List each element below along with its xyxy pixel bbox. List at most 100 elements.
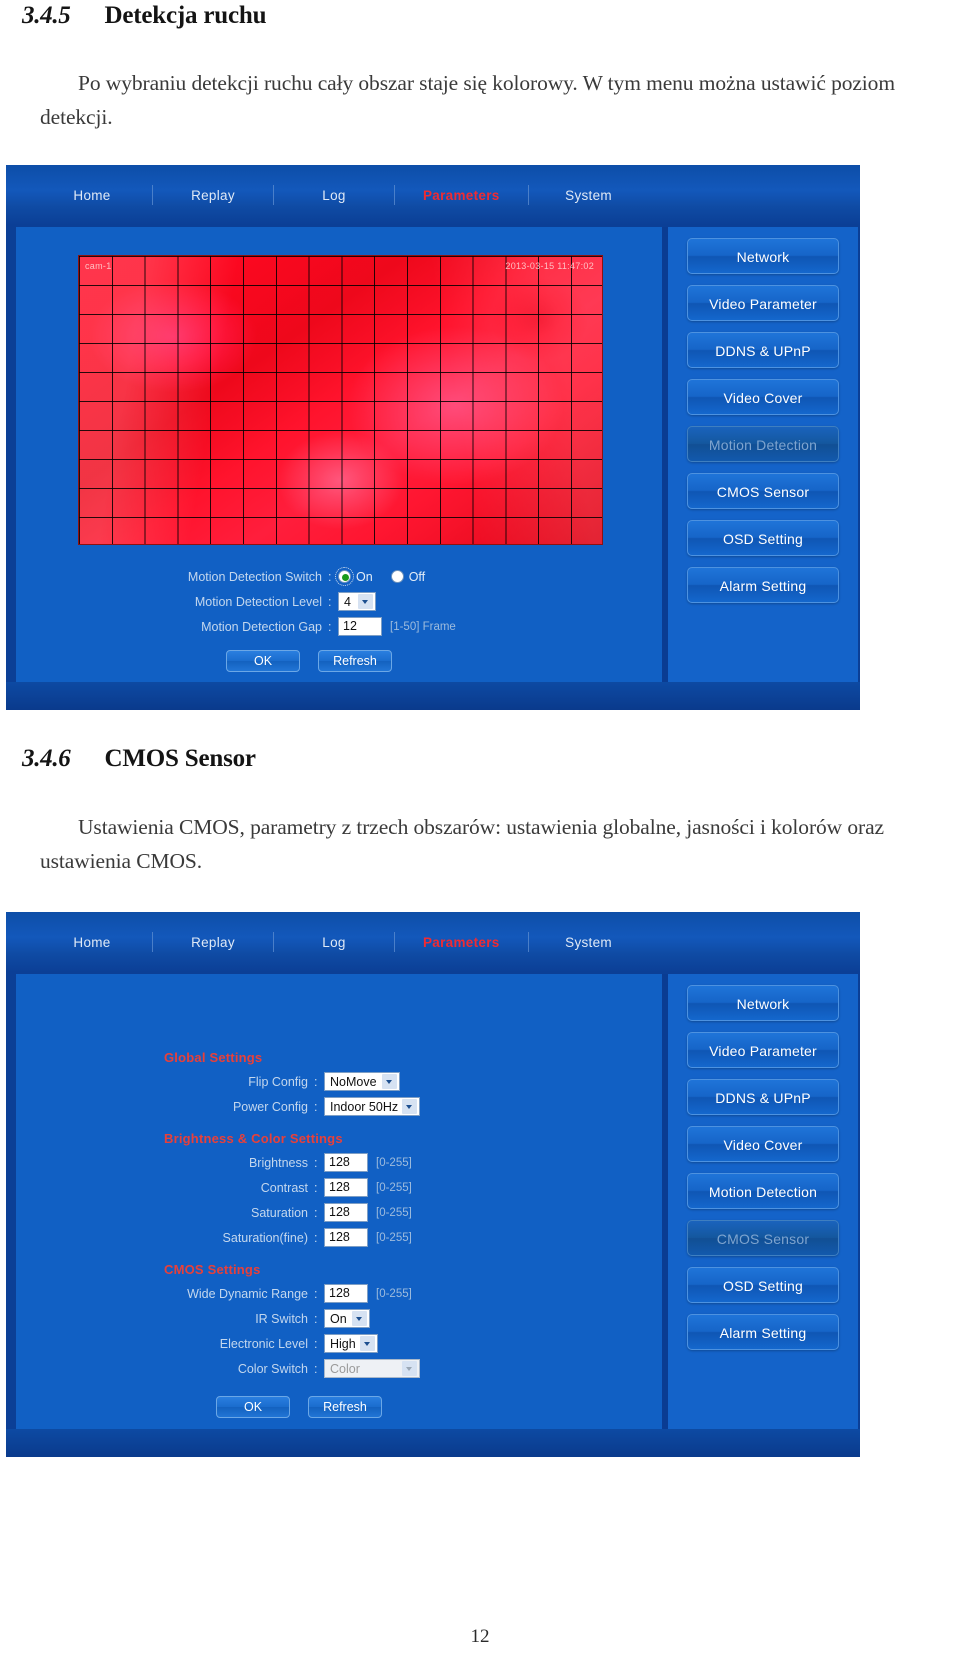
section-number-345: 3.4.5: [22, 2, 71, 29]
menu-button-network[interactable]: Network: [687, 985, 839, 1021]
form-row-power-config: Power Config : Indoor 50Hz: [164, 1095, 421, 1118]
input-motion-gap[interactable]: 12: [338, 617, 382, 636]
ok-button[interactable]: OK: [216, 1396, 290, 1418]
nav-item-system[interactable]: System: [551, 188, 627, 203]
ir-switch-control[interactable]: On: [324, 1309, 370, 1328]
form-row-ir-switch: IR Switch : On: [164, 1307, 420, 1330]
nav-item-parameters[interactable]: Parameters: [417, 188, 506, 203]
motion-level-control[interactable]: 4: [338, 592, 376, 611]
menu-button-video-cover[interactable]: Video Cover: [687, 1126, 839, 1162]
label-electronic-level: Electronic Level: [219, 1336, 308, 1351]
nav-item-log[interactable]: Log: [296, 188, 372, 203]
nav-separator: [152, 932, 153, 952]
motion-detection-grid[interactable]: [79, 256, 602, 544]
motion-switch-control[interactable]: On Off: [335, 567, 443, 586]
refresh-button[interactable]: Refresh: [308, 1396, 382, 1418]
saturation-fine-control[interactable]: 128 [0-255]: [324, 1228, 412, 1247]
colon: :: [328, 569, 332, 584]
radio-switch-off[interactable]: Off: [390, 570, 425, 584]
nav-item-home[interactable]: Home: [54, 935, 130, 950]
input-saturation-fine[interactable]: 128: [324, 1228, 368, 1247]
hint-wide-dynamic-range: [0-255]: [376, 1287, 412, 1300]
input-contrast[interactable]: 128: [324, 1178, 368, 1197]
select-electronic-level[interactable]: High: [324, 1334, 378, 1353]
label-motion-gap: Motion Detection Gap: [201, 619, 322, 634]
colon: :: [314, 1099, 318, 1114]
hint-brightness: [0-255]: [376, 1156, 412, 1169]
form-row-color-switch: Color Switch : Color: [164, 1357, 420, 1380]
refresh-button[interactable]: Refresh: [318, 650, 392, 672]
ui-body: Global Settings Flip Config : NoMove Pow: [16, 974, 858, 1429]
form-row-flip-config: Flip Config : NoMove: [164, 1070, 420, 1093]
label-saturation: Saturation: [251, 1205, 308, 1220]
label-saturation-fine: Saturation(fine): [222, 1230, 308, 1245]
form-row-contrast: Contrast : 128 [0-255]: [164, 1176, 420, 1199]
label-power-config: Power Config: [232, 1099, 308, 1114]
menu-button-video-parameter[interactable]: Video Parameter: [687, 285, 839, 321]
input-brightness[interactable]: 128: [324, 1153, 368, 1172]
section-paragraph-345: Po wybraniu detekcji ruchu cały obszar s…: [40, 66, 920, 134]
nav-separator: [527, 932, 529, 952]
select-ir-switch[interactable]: On: [324, 1309, 370, 1328]
input-saturation[interactable]: 128: [324, 1203, 368, 1222]
menu-button-motion-detection[interactable]: Motion Detection: [687, 1173, 839, 1209]
menu-button-network[interactable]: Network: [687, 238, 839, 274]
saturation-control[interactable]: 128 [0-255]: [324, 1203, 412, 1222]
nav-separator: [527, 185, 529, 205]
menu-button-osd-setting[interactable]: OSD Setting: [687, 520, 839, 556]
osd-camera-label: cam-1: [85, 261, 112, 271]
select-motion-level-value: 4: [344, 594, 351, 609]
page-number: 12: [470, 1626, 490, 1647]
menu-button-cmos-sensor[interactable]: CMOS Sensor: [687, 1220, 839, 1256]
osd-timestamp: 2013-03-15 11:47:02: [505, 261, 594, 271]
label-ir-switch: IR Switch: [255, 1311, 308, 1326]
video-preview[interactable]: cam-1 2013-03-15 11:47:02: [78, 255, 603, 545]
motion-gap-control[interactable]: 12 [1-50] Frame: [338, 617, 456, 636]
nav-item-replay[interactable]: Replay: [175, 188, 251, 203]
nav-item-log[interactable]: Log: [296, 935, 372, 950]
ok-button[interactable]: OK: [226, 650, 300, 672]
ui-footer-band: [6, 1429, 860, 1457]
nav-item-system[interactable]: System: [551, 935, 627, 950]
nav-item-replay[interactable]: Replay: [175, 935, 251, 950]
menu-button-ddns-upnp[interactable]: DDNS & UPnP: [687, 1079, 839, 1115]
input-wide-dynamic-range[interactable]: 128: [324, 1284, 368, 1303]
flip-config-control[interactable]: NoMove: [324, 1072, 400, 1091]
form-row-saturation: Saturation : 128 [0-255]: [164, 1201, 420, 1224]
radio-switch-on[interactable]: On: [335, 567, 373, 586]
menu-button-alarm-setting[interactable]: Alarm Setting: [687, 567, 839, 603]
menu-button-ddns-upnp[interactable]: DDNS & UPnP: [687, 332, 839, 368]
electronic-level-control[interactable]: High: [324, 1334, 378, 1353]
colon: :: [314, 1155, 318, 1170]
select-motion-level[interactable]: 4: [338, 592, 376, 611]
nav-item-parameters[interactable]: Parameters: [417, 935, 506, 950]
label-motion-switch: Motion Detection Switch: [187, 569, 322, 584]
document-page: 3.4.5 Detekcja ruchu Po wybraniu detekcj…: [0, 0, 960, 1670]
top-navigation: Home Replay Log Parameters System: [6, 912, 860, 972]
menu-button-osd-setting[interactable]: OSD Setting: [687, 1267, 839, 1303]
menu-button-motion-detection[interactable]: Motion Detection: [687, 426, 839, 462]
contrast-control[interactable]: 128 [0-255]: [324, 1178, 412, 1197]
select-ir-switch-value: On: [330, 1311, 347, 1326]
select-power-config[interactable]: Indoor 50Hz: [324, 1097, 421, 1116]
select-flip-config[interactable]: NoMove: [324, 1072, 400, 1091]
label-contrast: Contrast: [260, 1180, 308, 1195]
radio-dot-off: [390, 570, 404, 583]
chevron-down-icon: [352, 1311, 367, 1326]
wide-dynamic-range-control[interactable]: 128 [0-255]: [324, 1284, 412, 1303]
select-color-switch[interactable]: Color: [324, 1359, 420, 1378]
menu-button-alarm-setting[interactable]: Alarm Setting: [687, 1314, 839, 1350]
hint-contrast: [0-255]: [376, 1181, 412, 1194]
group-title-cmos: CMOS Settings: [164, 1262, 261, 1277]
motion-detection-panel: cam-1 2013-03-15 11:47:02 Motion Detecti…: [16, 227, 664, 682]
parameters-menu-cmos: Network Video Parameter DDNS & UPnP Vide…: [662, 974, 858, 1429]
color-switch-control[interactable]: Color: [324, 1359, 420, 1378]
power-config-control[interactable]: Indoor 50Hz: [324, 1097, 421, 1116]
menu-button-video-parameter[interactable]: Video Parameter: [687, 1032, 839, 1068]
brightness-control[interactable]: 128 [0-255]: [324, 1153, 412, 1172]
form-row-level: Motion Detection Level : 4: [156, 590, 456, 613]
nav-item-home[interactable]: Home: [54, 188, 130, 203]
menu-button-cmos-sensor[interactable]: CMOS Sensor: [687, 473, 839, 509]
colon: :: [314, 1311, 318, 1326]
menu-button-video-cover[interactable]: Video Cover: [687, 379, 839, 415]
